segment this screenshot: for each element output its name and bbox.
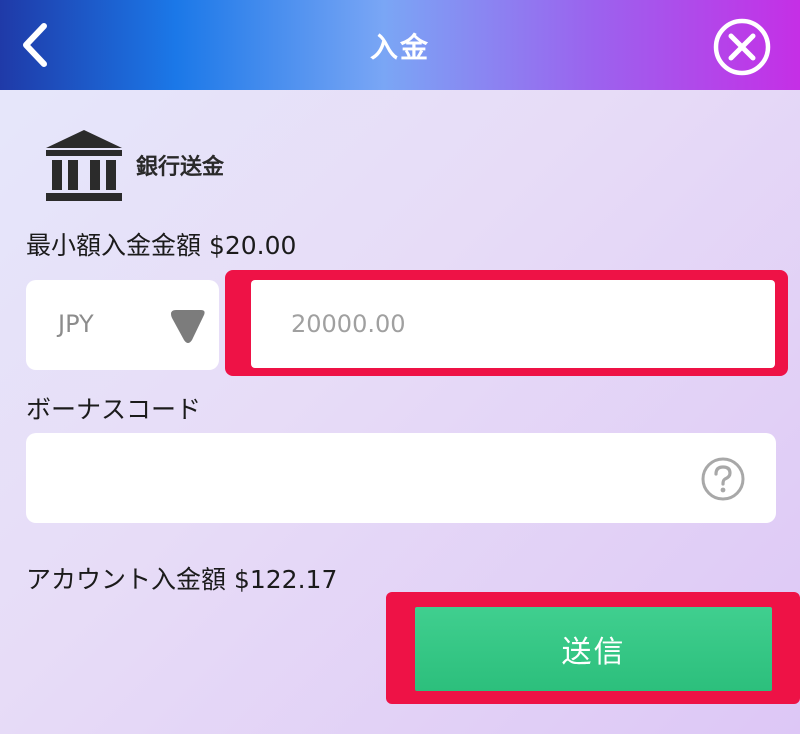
account-deposit-label: アカウント入金額 [26,565,227,594]
submit-button[interactable]: 送信 [415,607,772,691]
bonus-code-input[interactable] [26,433,776,523]
header-bar: 入金 [0,0,800,90]
amount-input[interactable] [251,280,775,368]
bank-icon [44,128,124,202]
account-deposit-value: $122.17 [233,565,338,594]
currency-value: JPY [58,310,94,338]
min-deposit-label: 最小額入金金額 [26,231,202,260]
min-deposit-value: $20.00 [208,231,297,260]
question-circle-icon[interactable] [700,456,746,502]
payment-method-label: 銀行送金 [136,155,225,180]
currency-select[interactable]: JPY [26,280,219,370]
payment-method: 銀行送金 [44,126,224,204]
min-deposit-line: 最小額入金金額 $20.00 [26,226,296,262]
dropdown-icon [168,308,208,346]
close-button[interactable] [712,17,772,77]
close-circle-icon [713,18,771,76]
bonus-code-label: ボーナスコード [26,395,202,424]
account-deposit-line: アカウント入金額 $122.17 [26,560,337,596]
page-title: 入金 [369,31,430,64]
